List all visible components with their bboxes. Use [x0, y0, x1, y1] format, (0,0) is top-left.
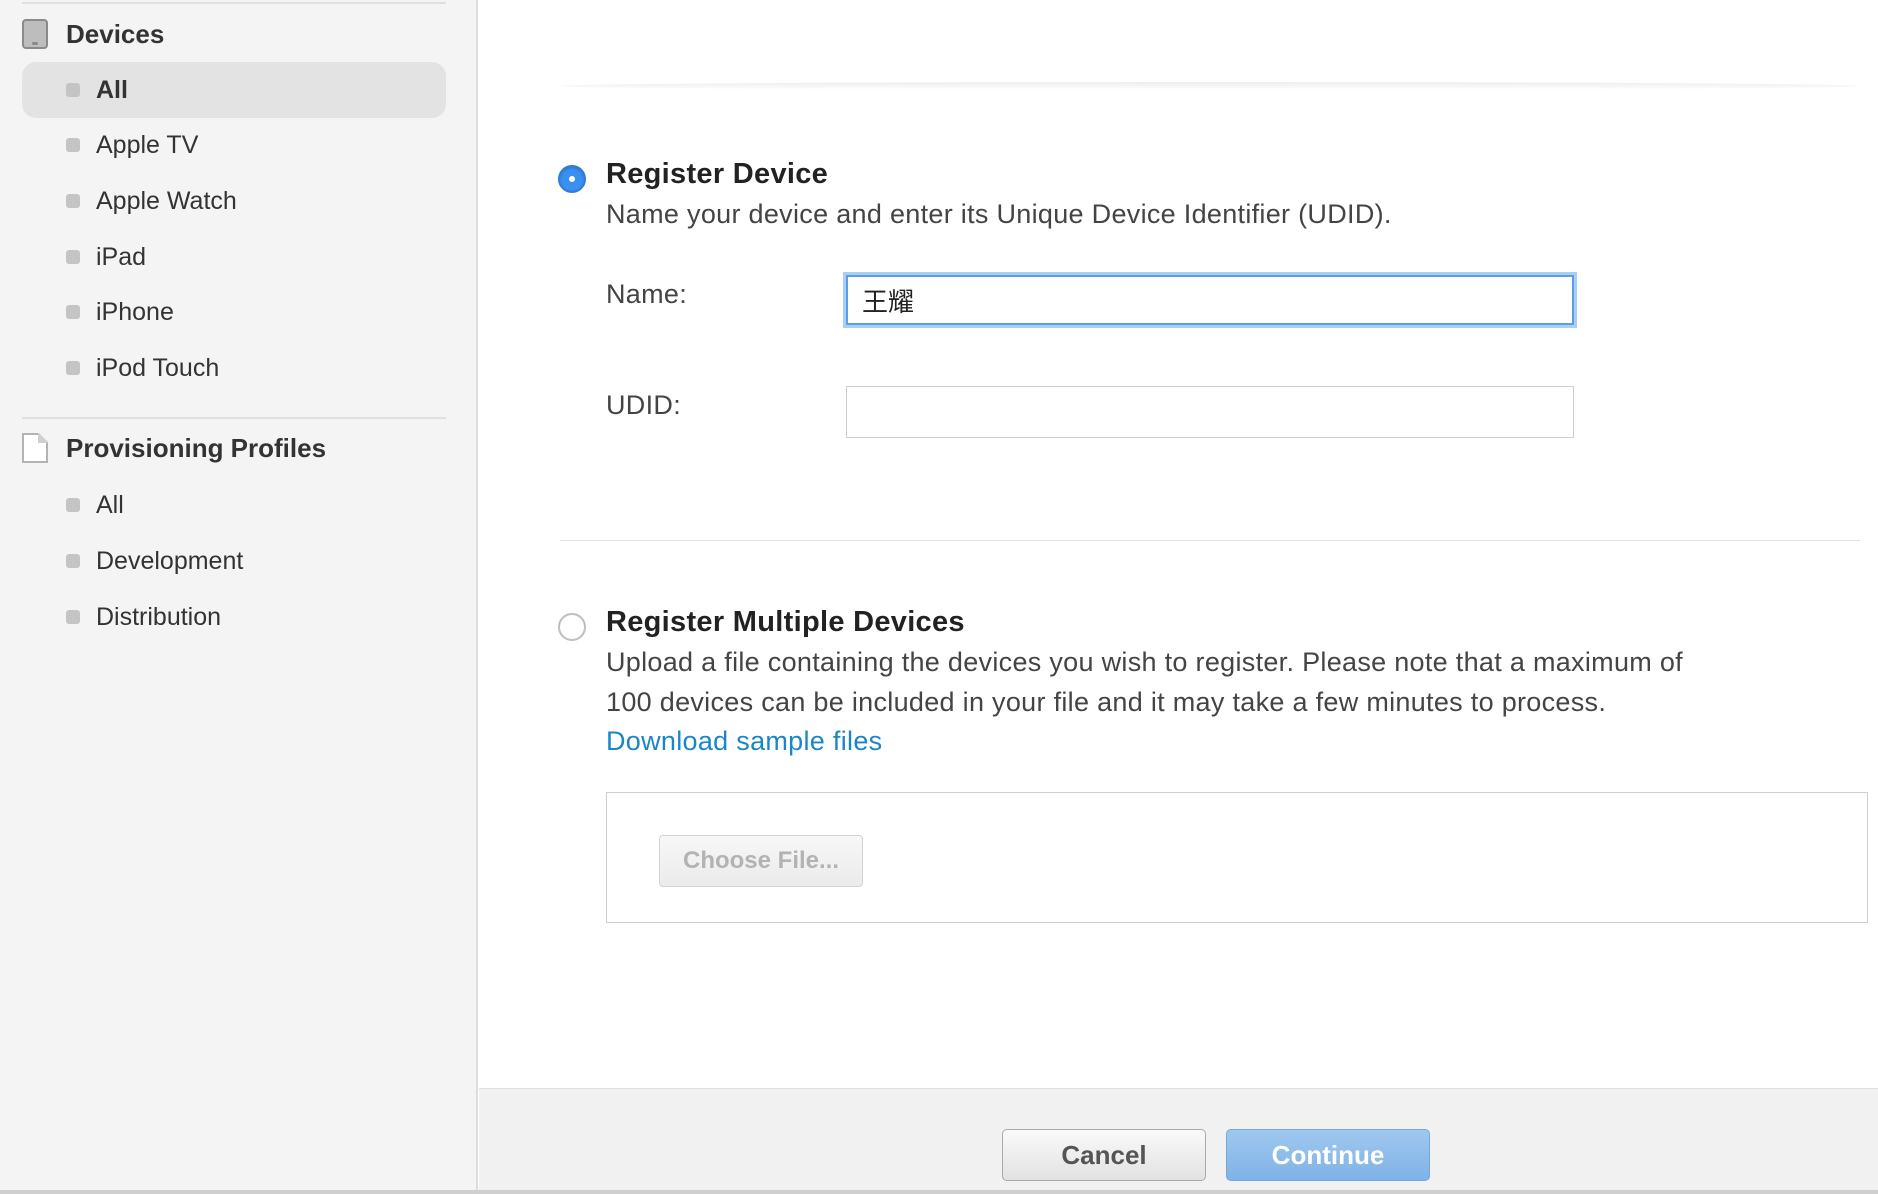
sidebar-item-label: Apple Watch [96, 186, 237, 215]
sidebar-item-label: Distribution [96, 602, 222, 631]
sidebar-item-devices-all[interactable]: All [22, 62, 446, 118]
bullet-icon [66, 498, 80, 512]
choose-file-button[interactable]: Choose File... [659, 835, 863, 887]
sidebar-item-ipod-touch[interactable]: iPod Touch [22, 340, 446, 396]
register-multiple-title: Register Multiple Devices [606, 606, 965, 638]
sidebar-item-label: iPhone [96, 297, 174, 326]
register-multiple-radio[interactable] [558, 613, 586, 641]
sidebar-item-distribution[interactable]: Distribution [22, 589, 446, 645]
sidebar-item-apple-tv[interactable]: Apple TV [22, 117, 446, 173]
bullet-icon [66, 610, 80, 624]
udid-input[interactable] [846, 386, 1574, 438]
profiles-heading-label: Provisioning Profiles [66, 432, 327, 463]
device-icon [22, 19, 48, 49]
sidebar-item-label: Apple TV [96, 130, 199, 159]
sidebar-top-divider [22, 2, 446, 4]
name-input[interactable] [846, 275, 1574, 325]
register-device-description: Name your device and enter its Unique De… [606, 199, 1392, 229]
bullet-icon [66, 305, 80, 319]
section-divider [560, 540, 1860, 541]
continue-button[interactable]: Continue [1226, 1129, 1430, 1181]
download-sample-files-link[interactable]: Download sample files [606, 726, 882, 757]
bullet-icon [66, 250, 80, 264]
sidebar-section-divider [22, 417, 446, 419]
sidebar-item-label: All [96, 490, 124, 519]
cancel-button[interactable]: Cancel [1002, 1129, 1206, 1181]
devices-section-heading[interactable]: Devices [22, 14, 164, 54]
sidebar-item-label: iPod Touch [96, 353, 220, 382]
sidebar-item-apple-watch[interactable]: Apple Watch [22, 173, 446, 229]
sidebar-item-label: All [96, 75, 128, 104]
udid-label: UDID: [606, 390, 681, 420]
name-label: Name: [606, 279, 688, 309]
bullet-icon [66, 554, 80, 568]
sidebar: Devices All Apple TV Apple Watch iPad iP… [0, 0, 478, 1190]
register-multiple-description-line1: Upload a file containing the devices you… [606, 647, 1683, 677]
bullet-icon [66, 361, 80, 375]
file-upload-area: Choose File... [606, 792, 1868, 923]
bullet-icon [66, 138, 80, 152]
window-bottom-edge [0, 1190, 1878, 1194]
sidebar-item-profiles-all[interactable]: All [22, 477, 446, 533]
sidebar-item-label: Development [96, 546, 244, 575]
sidebar-item-ipad[interactable]: iPad [22, 229, 446, 285]
profiles-section-heading[interactable]: Provisioning Profiles [22, 428, 326, 468]
bullet-icon [66, 83, 80, 97]
header-shadow [560, 82, 1860, 90]
sidebar-item-iphone[interactable]: iPhone [22, 284, 446, 340]
sidebar-item-development[interactable]: Development [22, 533, 446, 589]
register-device-title: Register Device [606, 158, 829, 190]
bullet-icon [66, 194, 80, 208]
devices-heading-label: Devices [66, 18, 165, 49]
register-device-radio[interactable] [558, 165, 586, 193]
footer-bar: Cancel Continue [479, 1088, 1878, 1190]
register-multiple-description-line2: 100 devices can be included in your file… [606, 687, 1607, 717]
sidebar-item-label: iPad [96, 242, 147, 271]
document-icon [22, 433, 48, 463]
